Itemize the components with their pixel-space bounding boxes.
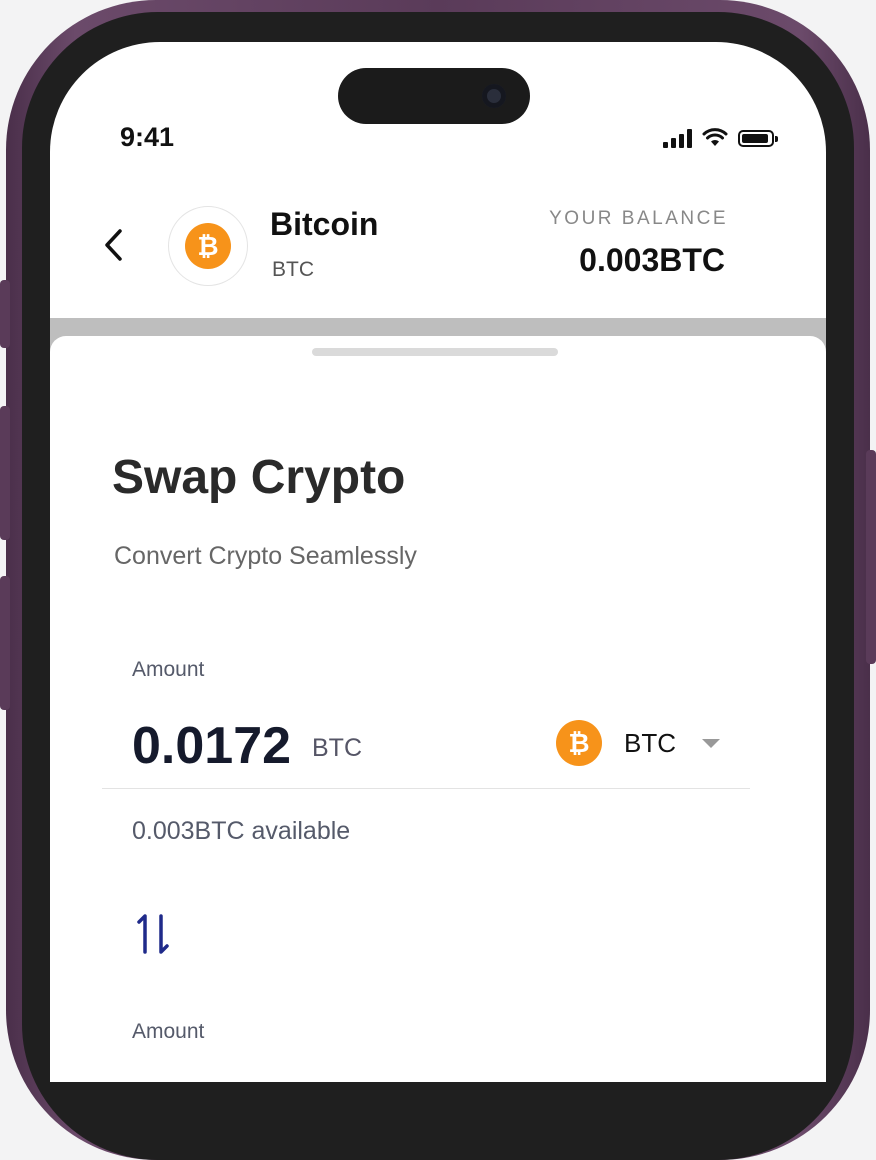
page-subtitle: Convert Crypto Seamlessly [114, 542, 417, 570]
bitcoin-icon: ₿ [185, 223, 231, 269]
side-button-left-3 [0, 576, 10, 710]
side-button-left-2 [0, 406, 10, 540]
status-icons [663, 128, 778, 148]
screen: 9:41 ₿ Bitcoin BTC YOUR BALANCE 0.003BTC… [50, 42, 826, 1082]
chevron-down-icon [702, 738, 720, 748]
status-time: 9:41 [120, 122, 175, 152]
balance-label: YOUR BALANCE [549, 208, 728, 229]
wifi-icon [702, 128, 728, 146]
balance-value: 0.003BTC [579, 242, 725, 278]
dynamic-island [338, 68, 530, 124]
side-button-left-1 [0, 280, 10, 348]
bitcoin-icon: ₿ [556, 720, 602, 766]
swap-arrows-icon[interactable] [134, 912, 174, 956]
available-balance: 0.003BTC available [132, 817, 351, 845]
from-amount-label: Amount [132, 658, 205, 681]
page-title: Swap Crypto [112, 451, 406, 504]
from-amount-unit: BTC [312, 734, 362, 762]
swap-sheet: Swap Crypto Convert Crypto Seamlessly Am… [50, 336, 826, 1082]
divider [102, 788, 750, 789]
coin-symbol: BTC [272, 258, 314, 281]
camera-icon [482, 84, 506, 108]
from-amount-input[interactable]: 0.0172 [132, 716, 291, 776]
coin-avatar: ₿ [168, 206, 248, 286]
side-button-right [866, 450, 876, 664]
signal-icon [663, 128, 692, 148]
from-token-select[interactable]: ₿ BTC [556, 720, 720, 766]
coin-name: Bitcoin [270, 206, 379, 242]
back-icon[interactable] [102, 228, 124, 269]
to-amount-label: Amount [132, 1020, 205, 1043]
sheet-drag-handle[interactable] [312, 348, 558, 356]
battery-icon [738, 129, 778, 147]
token-name: BTC [624, 727, 676, 758]
